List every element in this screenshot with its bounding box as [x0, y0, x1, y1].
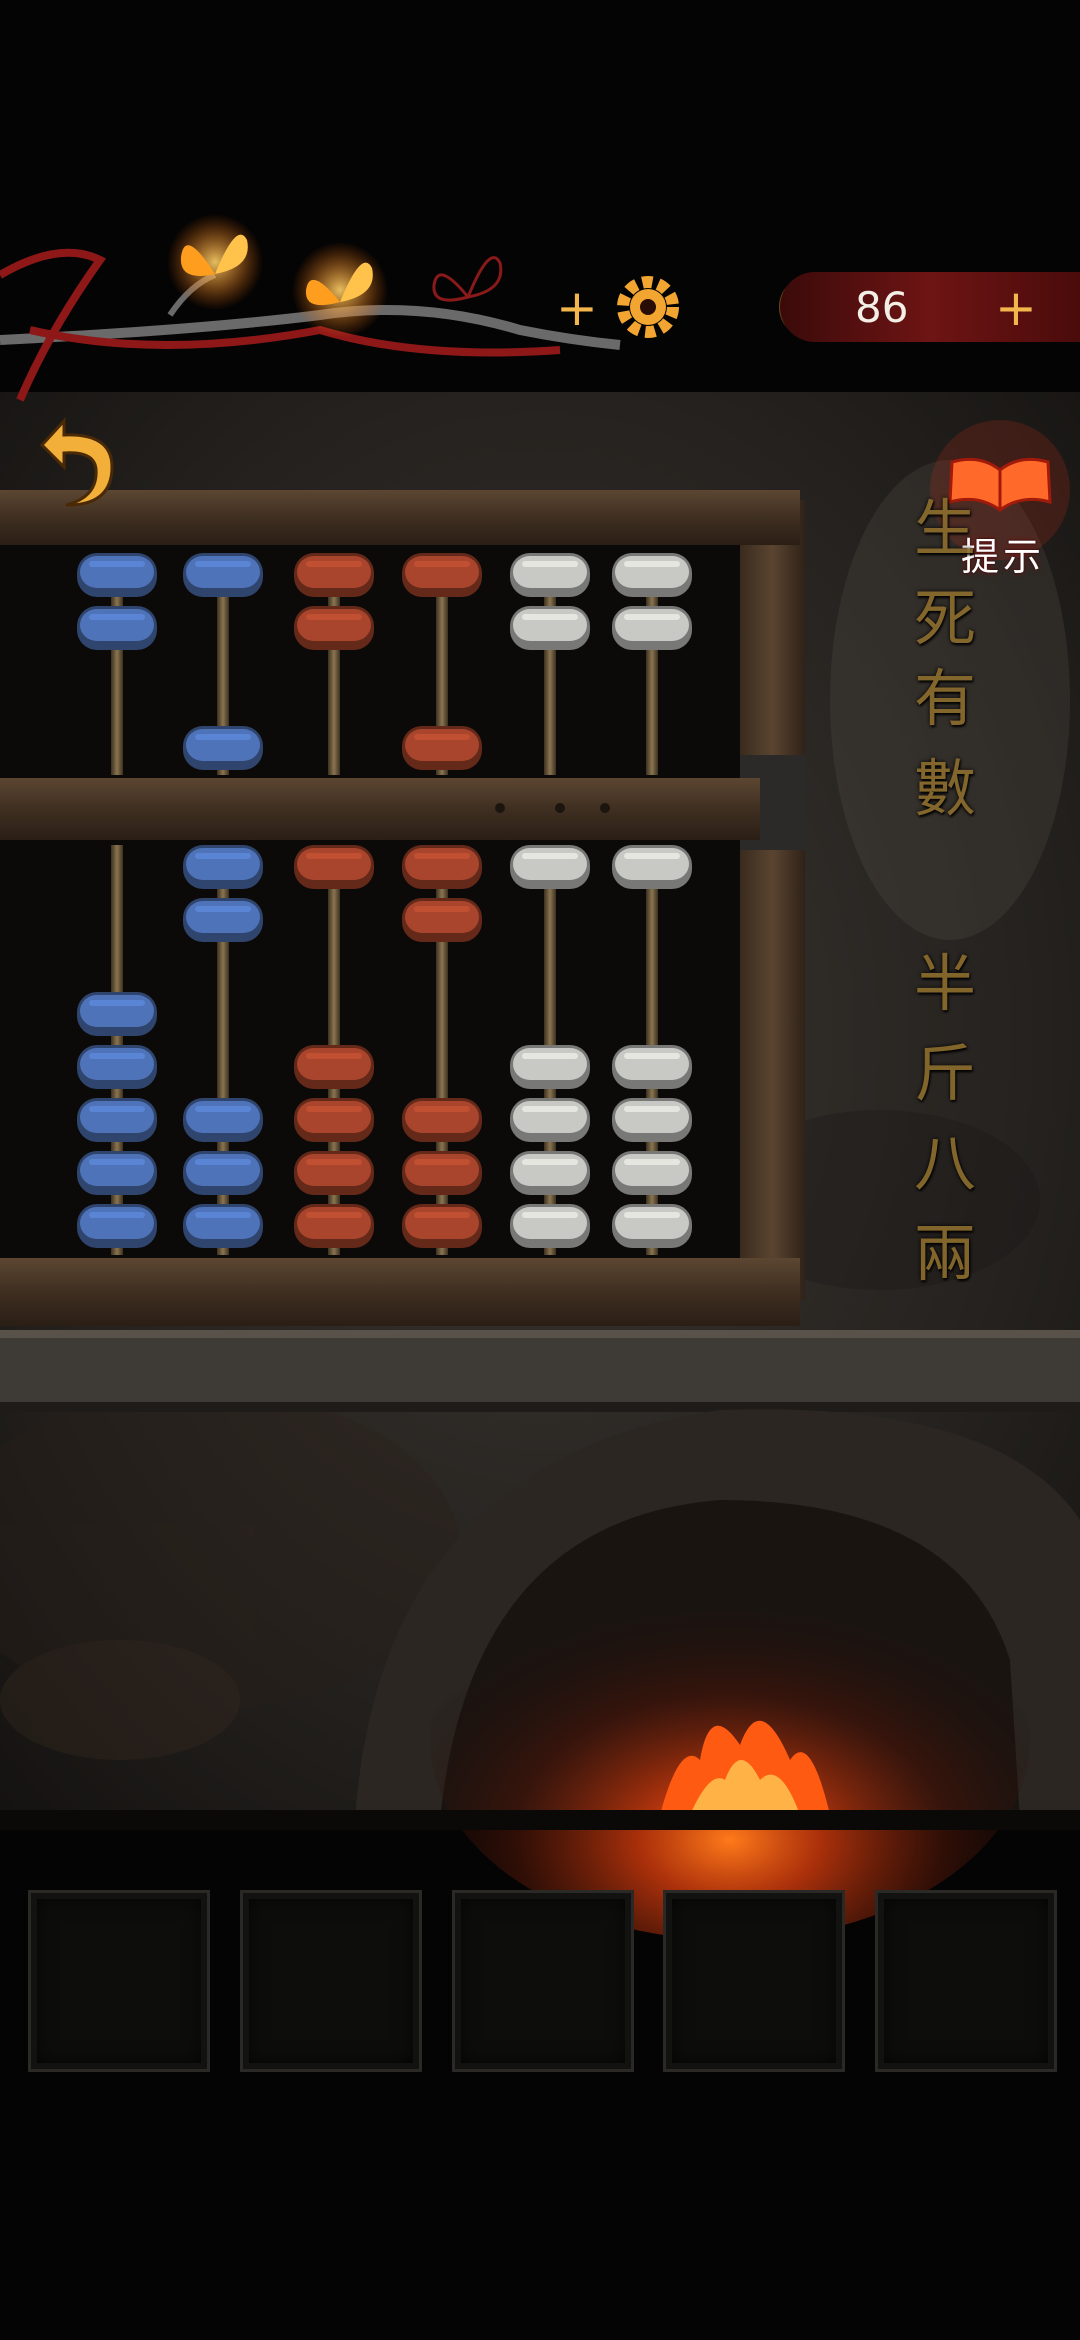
abacus-bead[interactable]	[294, 1204, 374, 1248]
abacus-bead[interactable]	[612, 606, 692, 650]
abacus-middle-beam	[0, 778, 760, 840]
abacus-bead[interactable]	[612, 1151, 692, 1195]
abacus-bead[interactable]	[183, 845, 263, 889]
add-coins-button[interactable]: +	[995, 283, 1037, 333]
abacus-bead[interactable]	[77, 1151, 157, 1195]
abacus-bead[interactable]	[183, 1204, 263, 1248]
inscription-char: 死	[913, 582, 976, 655]
add-life-button[interactable]: +	[556, 283, 598, 333]
coin-count: 86	[855, 283, 909, 332]
abacus-bead[interactable]	[612, 1204, 692, 1248]
abacus-bead[interactable]	[402, 1098, 482, 1142]
inscription-char: 有	[913, 662, 976, 735]
abacus-bead[interactable]	[510, 1045, 590, 1089]
coin-icon-hit	[780, 278, 840, 338]
inscription-char: 生	[913, 492, 976, 565]
abacus-bead[interactable]	[612, 553, 692, 597]
abacus-bead[interactable]	[510, 1204, 590, 1248]
abacus-bead[interactable]	[294, 845, 374, 889]
butterfly-lit	[292, 242, 388, 338]
abacus-bead[interactable]	[612, 1098, 692, 1142]
abacus-bead[interactable]	[510, 1098, 590, 1142]
inscription-char: 半	[913, 947, 976, 1020]
inscription-char: 兩	[913, 1217, 976, 1290]
inscription-char: 數	[913, 752, 976, 825]
abacus-bead[interactable]	[77, 606, 157, 650]
abacus-bead[interactable]	[294, 1098, 374, 1142]
abacus-bead[interactable]	[183, 898, 263, 942]
inventory-slot-3[interactable]	[452, 1890, 634, 2072]
abacus-bead[interactable]	[402, 1204, 482, 1248]
abacus-bead[interactable]	[183, 553, 263, 597]
abacus-bead[interactable]	[510, 1151, 590, 1195]
inventory-slot-4[interactable]	[663, 1890, 845, 2072]
abacus-bead[interactable]	[402, 1151, 482, 1195]
abacus-bead[interactable]	[612, 845, 692, 889]
abacus-bead[interactable]	[402, 726, 482, 770]
abacus-bead[interactable]	[77, 992, 157, 1036]
inventory-slot-2[interactable]	[240, 1890, 422, 2072]
abacus-bead[interactable]	[294, 553, 374, 597]
abacus-bead[interactable]	[510, 845, 590, 889]
abacus	[0, 490, 805, 1326]
inscription-char: 八	[913, 1127, 976, 1200]
abacus-bead[interactable]	[402, 845, 482, 889]
abacus-bead[interactable]	[183, 1098, 263, 1142]
abacus-bottom-bar	[0, 1258, 800, 1326]
settings-button[interactable]	[616, 275, 680, 339]
abacus-bead[interactable]	[510, 553, 590, 597]
abacus-bead[interactable]	[510, 606, 590, 650]
abacus-bead[interactable]	[294, 1045, 374, 1089]
stone-ledge	[0, 1330, 1080, 1410]
butterfly-lit	[167, 214, 263, 310]
abacus-bead[interactable]	[183, 1151, 263, 1195]
abacus-bead[interactable]	[77, 1045, 157, 1089]
abacus-bead[interactable]	[402, 898, 482, 942]
back-button[interactable]	[30, 420, 120, 510]
abacus-bead[interactable]	[183, 726, 263, 770]
abacus-top-bar	[0, 490, 800, 545]
abacus-bead[interactable]	[294, 606, 374, 650]
abacus-bead[interactable]	[77, 1098, 157, 1142]
inventory-slot-1[interactable]	[28, 1890, 210, 2072]
abacus-bead[interactable]	[612, 1045, 692, 1089]
inscription-char: 斤	[913, 1037, 976, 1110]
inventory-slot-5[interactable]	[875, 1890, 1057, 2072]
abacus-bead[interactable]	[294, 1151, 374, 1195]
abacus-bead[interactable]	[77, 1204, 157, 1248]
abacus-bead[interactable]	[402, 553, 482, 597]
abacus-bead[interactable]	[77, 553, 157, 597]
